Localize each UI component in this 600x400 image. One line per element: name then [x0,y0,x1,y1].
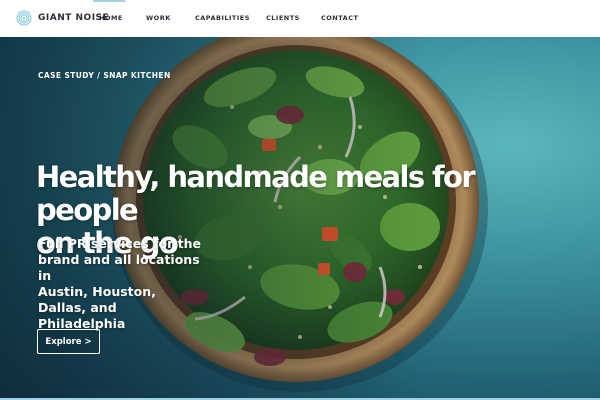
subhead-line-3: Austin, Houston, Dallas, and [38,284,156,315]
hero-section: CASE STUDY / SNAP KITCHEN Healthy, handm… [0,37,600,398]
subhead-line-1: Full PR services for the [38,236,201,251]
nav-capabilities[interactable]: CAPABILITIES [195,14,250,22]
active-nav-indicator [93,0,125,2]
headline-line-1: Healthy, handmade meals for people [36,160,476,227]
logo[interactable]: GIANT NOISE [16,10,109,26]
case-study-label: CASE STUDY / SNAP KITCHEN [38,71,171,80]
hero-subhead: Full PR services for the brand and all l… [38,236,208,332]
nav-home[interactable]: HOME [99,14,123,22]
explore-button[interactable]: Explore > [37,329,100,354]
site-header: GIANT NOISE HOME WORK CAPABILITIES CLIEN… [0,0,600,37]
subhead-line-2: brand and all locations in [38,252,200,283]
nav-clients[interactable]: CLIENTS [266,14,300,22]
nav-contact[interactable]: CONTACT [321,14,358,22]
fingerprint-spiral-icon [16,10,32,26]
nav-work[interactable]: WORK [146,14,171,22]
